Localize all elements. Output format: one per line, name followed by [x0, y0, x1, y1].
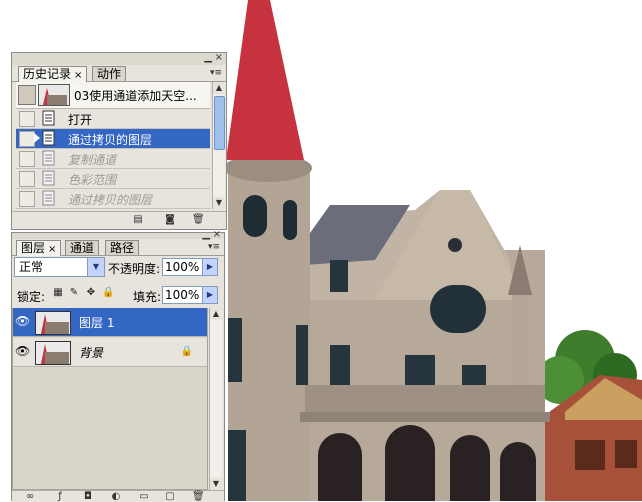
lock-label: 锁定: — [17, 290, 46, 304]
scroll-thumb[interactable] — [214, 96, 225, 150]
history-item[interactable]: 打开 — [16, 109, 210, 129]
new-document-from-state-icon[interactable]: ▤ — [132, 214, 144, 225]
history-item-label: 复制通道 — [68, 153, 117, 167]
tab-close-icon[interactable]: × — [74, 70, 82, 81]
history-panel-titlebar[interactable]: ▁ × — [12, 53, 226, 65]
history-brush-checkbox[interactable] — [19, 191, 35, 207]
fill-value: 100% — [165, 288, 200, 302]
scroll-up-icon[interactable]: ▲ — [210, 308, 222, 320]
opacity-label: 不透明度: — [108, 262, 161, 276]
history-item[interactable]: 通过拷贝的图层 — [16, 189, 210, 209]
chevron-down-icon[interactable]: ▼ — [87, 258, 104, 276]
minimize-icon[interactable]: ▁ — [204, 53, 212, 63]
history-tabs: 历史记录 × 动作 ▾≡ — [12, 65, 226, 82]
layer-thumbnail — [35, 341, 71, 365]
tab-channels-label: 通道 — [70, 241, 95, 255]
tab-paths[interactable]: 路径 — [105, 240, 140, 255]
tab-actions[interactable]: 动作 — [92, 66, 127, 81]
layers-footer: ∞ ƒ ◘ ◐ ▭ ▢ 🗑 — [12, 490, 224, 502]
tab-channels[interactable]: 通道 — [65, 240, 100, 255]
layer-name[interactable]: 背景 — [79, 344, 103, 361]
brush-source-icon[interactable] — [18, 85, 36, 105]
scroll-up-icon[interactable]: ▲ — [213, 82, 225, 94]
layer-row[interactable]: 👁 背景 🔒 — [13, 338, 207, 367]
scroll-down-icon[interactable]: ▼ — [213, 197, 225, 209]
document-state-icon — [42, 170, 55, 186]
blend-mode-select[interactable]: 正常 ▼ — [14, 257, 105, 277]
fx-icon[interactable]: ƒ — [54, 491, 66, 502]
history-item-label: 通过拷贝的图层 — [68, 133, 153, 147]
layer-thumbnail — [35, 311, 71, 335]
snapshot-label: 03使用通道添加天空... — [74, 89, 197, 103]
panel-menu-icon[interactable]: ▾≡ — [208, 242, 220, 252]
history-state-slider-icon[interactable] — [34, 133, 40, 143]
history-brush-checkbox[interactable] — [19, 151, 35, 167]
document-state-icon — [42, 130, 55, 146]
mask-icon[interactable]: ◘ — [82, 491, 94, 502]
close-panel-icon[interactable]: × — [215, 53, 223, 63]
tab-history[interactable]: 历史记录 × — [18, 66, 88, 82]
layers-scrollbar[interactable]: ▲ ▼ — [209, 308, 222, 490]
panel-menu-icon[interactable]: ▾≡ — [210, 68, 222, 78]
history-item-label: 打开 — [68, 113, 93, 127]
trash-icon[interactable]: 🗑 — [192, 214, 205, 225]
document-state-icon — [42, 110, 55, 126]
document-state-icon — [42, 150, 55, 166]
history-scrollbar[interactable]: ▲ ▼ — [212, 82, 225, 209]
new-layer-icon[interactable]: ▢ — [164, 491, 176, 502]
lock-all-icon[interactable]: 🔒 — [102, 287, 114, 299]
layer-name[interactable]: 图层 1 — [79, 314, 114, 331]
tab-layers[interactable]: 图层 × — [16, 240, 62, 256]
document-state-icon — [42, 190, 55, 206]
fill-label: 填充: — [133, 290, 162, 304]
layers-tabs: 图层 × 通道 路径 ▾≡ — [12, 239, 224, 256]
opacity-value: 100% — [165, 260, 200, 274]
eye-visibility-icon[interactable]: 👁 — [15, 315, 31, 327]
history-brush-checkbox[interactable] — [19, 171, 35, 187]
opacity-slider-arrow-icon[interactable]: ▶ — [202, 259, 217, 275]
history-panel: ▁ × 历史记录 × 动作 ▾≡ 03使用通道添加天空... 打开 通过拷贝的图层… — [11, 52, 227, 230]
lock-position-icon[interactable]: ✥ — [85, 287, 97, 299]
history-item-label: 色彩范围 — [68, 173, 117, 187]
folder-icon[interactable]: ▭ — [138, 491, 150, 502]
lock-transparent-pixels-icon[interactable]: ▦ — [52, 287, 64, 299]
layer-row-selected[interactable]: 👁 图层 1 — [13, 308, 207, 337]
lock-image-pixels-icon[interactable]: ✎ — [68, 287, 80, 299]
tab-paths-label: 路径 — [110, 241, 135, 255]
history-item-label: 通过拷贝的图层 — [68, 193, 153, 207]
blend-mode-value: 正常 — [19, 260, 44, 274]
history-item-selected[interactable]: 通过拷贝的图层 — [16, 129, 210, 149]
history-item[interactable]: 色彩范围 — [16, 169, 210, 189]
tab-actions-label: 动作 — [97, 67, 122, 81]
tab-history-label: 历史记录 — [23, 67, 72, 81]
eye-visibility-icon[interactable]: 👁 — [15, 345, 31, 357]
history-brush-checkbox[interactable] — [19, 111, 35, 127]
tab-layers-label: 图层 — [21, 241, 46, 255]
snapshot-thumbnail — [38, 84, 70, 106]
history-footer: ▤ ◙ 🗑 — [12, 211, 226, 228]
adjustment-icon[interactable]: ◐ — [110, 491, 122, 502]
history-snapshot[interactable]: 03使用通道添加天空... — [16, 82, 210, 109]
trash-icon[interactable]: 🗑 — [192, 491, 205, 502]
fill-slider-arrow-icon[interactable]: ▶ — [202, 287, 217, 303]
opacity-field[interactable]: 100% ▶ — [162, 258, 218, 276]
fill-field[interactable]: 100% ▶ — [162, 286, 218, 304]
scroll-down-icon[interactable]: ▼ — [210, 478, 222, 490]
history-item[interactable]: 复制通道 — [16, 149, 210, 169]
camera-icon[interactable]: ◙ — [164, 214, 176, 225]
link-icon[interactable]: ∞ — [24, 491, 36, 502]
lock-icon: 🔒 — [180, 346, 193, 357]
history-brush-checkbox[interactable] — [19, 131, 35, 147]
tab-close-icon[interactable]: × — [48, 244, 56, 255]
